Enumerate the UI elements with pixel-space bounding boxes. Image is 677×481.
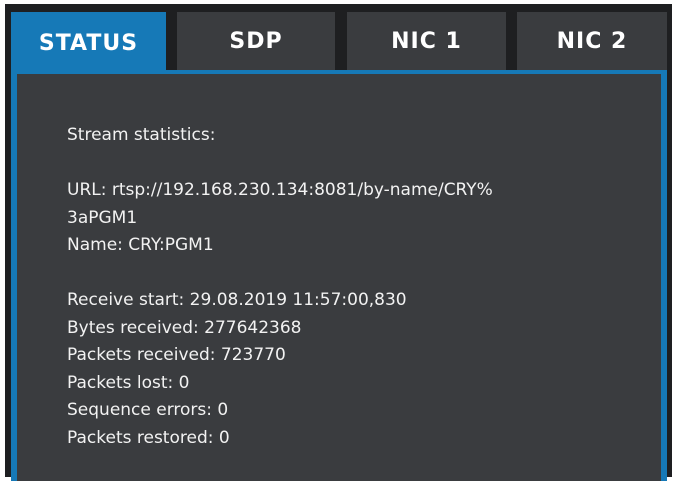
bytes-received: Bytes received: 277642368 <box>67 317 302 338</box>
stream-statistics: Stream statistics: URL: rtsp://192.168.2… <box>67 122 627 452</box>
stream-url-line-1: URL: rtsp://192.168.230.134:8081/by-name… <box>67 180 493 200</box>
tab-nic-2[interactable]: NIC 2 <box>517 12 667 70</box>
sequence-errors: Sequence errors: 0 <box>67 400 229 420</box>
tab-nic-1[interactable]: NIC 1 <box>347 12 506 70</box>
status-panel: Stream statistics: URL: rtsp://192.168.2… <box>11 70 667 481</box>
receive-start: Receive start: 29.08.2019 11:57:00,830 <box>67 290 407 310</box>
packets-received: Packets received: 723770 <box>67 345 286 365</box>
packets-restored: Packets restored: 0 <box>67 427 230 448</box>
statistics-heading: Stream statistics: <box>67 125 216 145</box>
tab-sdp[interactable]: SDP <box>177 12 335 70</box>
app-frame: STATUS SDP NIC 1 NIC 2 Stream statistics… <box>5 4 672 481</box>
tab-bar: STATUS SDP NIC 1 NIC 2 <box>11 12 667 74</box>
stream-name: Name: CRY:PGM1 <box>67 235 214 255</box>
stream-url-line-2: 3aPGM1 <box>67 207 138 228</box>
tab-status[interactable]: STATUS <box>11 12 166 74</box>
packets-lost: Packets lost: 0 <box>67 372 190 393</box>
